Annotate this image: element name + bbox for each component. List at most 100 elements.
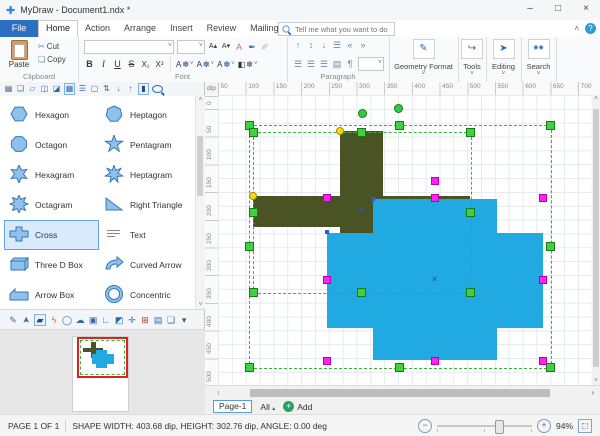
justify-icon[interactable]: ▤	[332, 59, 342, 69]
font-style-strikethrough[interactable]: S	[126, 59, 137, 69]
shape-item-three-d-box[interactable]: Three D Box	[4, 250, 99, 280]
resize-handle[interactable]	[546, 363, 555, 372]
resize-handle[interactable]	[245, 242, 254, 251]
v-scroll-thumb[interactable]	[593, 109, 599, 367]
indent-decrease-icon[interactable]: «	[345, 40, 355, 50]
eyedropper-icon[interactable]: ✒	[247, 42, 257, 52]
resize-handle[interactable]	[546, 121, 555, 130]
scroll-down-icon[interactable]: ˅	[196, 302, 205, 308]
resize-handle[interactable]	[249, 128, 258, 137]
crosshair-icon[interactable]: ✛	[127, 315, 137, 325]
collapse-ribbon-icon[interactable]: ˄	[574, 24, 579, 33]
draw-shape-icon[interactable]: ◩	[114, 315, 124, 325]
zoom-slider[interactable]	[437, 425, 532, 427]
tab-arrange[interactable]: Arrange	[117, 20, 163, 37]
shape-item-text[interactable]: Text	[99, 220, 194, 250]
scroll-right-icon[interactable]: ›	[591, 388, 594, 397]
vertex-handle[interactable]	[249, 192, 257, 200]
control-handle[interactable]	[539, 276, 547, 284]
more-icon[interactable]: ▾	[179, 315, 189, 325]
control-handle[interactable]	[431, 357, 439, 365]
zoom-icon[interactable]	[152, 85, 163, 93]
font-family-select[interactable]	[84, 40, 174, 54]
fit-page-button[interactable]	[578, 419, 592, 433]
font-size-select[interactable]	[177, 40, 205, 54]
open-icon[interactable]: ▱	[28, 84, 37, 94]
control-handle[interactable]	[539, 357, 547, 365]
resize-handle[interactable]	[357, 288, 366, 297]
add-page-button[interactable]: + Add	[283, 401, 312, 412]
highlight-color-button[interactable]: A✽˅	[197, 60, 215, 69]
rotation-handle[interactable]	[394, 104, 403, 113]
font-style-italic[interactable]: I	[98, 59, 109, 69]
page-filter-dropdown[interactable]: All ▴	[260, 402, 275, 412]
bullets-icon[interactable]: ☰	[332, 40, 342, 50]
tab-home[interactable]: Home	[38, 20, 78, 37]
tab-file[interactable]: File	[0, 20, 38, 37]
resize-handle[interactable]	[395, 363, 404, 372]
org-chart-icon[interactable]: ⊞	[140, 315, 150, 325]
maximize-button[interactable]: □	[544, 0, 572, 20]
vertex-handle[interactable]	[336, 127, 344, 135]
quick-format-icon[interactable]: ϟ	[49, 315, 59, 325]
export-icon[interactable]: ◪	[52, 84, 61, 94]
tools-button[interactable]: ↪Tools˅	[458, 39, 486, 77]
shape-item-cross[interactable]: Cross	[4, 220, 99, 250]
library-scroll-thumb[interactable]	[197, 136, 203, 196]
sort-ascending-icon[interactable]: ↓	[114, 84, 123, 94]
shape-item-heptagram[interactable]: Heptagram	[99, 160, 194, 190]
list-view-icon[interactable]: ☰	[78, 84, 87, 94]
shape-item-curved-arrow[interactable]: Curved Arrow	[99, 250, 194, 280]
help-icon[interactable]: ?	[585, 23, 596, 34]
font-color-button[interactable]: A✽˅	[176, 60, 194, 69]
resize-handle[interactable]	[245, 363, 254, 372]
line-spacing-select[interactable]	[358, 57, 384, 71]
zoom-slider-thumb[interactable]	[495, 420, 504, 434]
callout-icon[interactable]: ☁	[75, 315, 85, 325]
align-center-icon[interactable]: ☰	[306, 59, 316, 69]
editing-button[interactable]: ➤Editing˅	[486, 39, 521, 77]
align-bottom-icon[interactable]: ↓	[319, 40, 329, 50]
control-handle[interactable]	[323, 276, 331, 284]
resize-handle[interactable]	[546, 242, 555, 251]
minimize-button[interactable]: –	[516, 0, 544, 20]
cut-button[interactable]: ✂Cut	[38, 42, 66, 51]
drawing-canvas[interactable]: ××	[218, 95, 592, 385]
zoom-in-button[interactable]: +	[537, 419, 551, 433]
library-scrollbar[interactable]: ˄ ˅	[195, 96, 205, 309]
align-left-icon[interactable]: ☰	[293, 59, 303, 69]
import-icon[interactable]: ◫	[40, 84, 49, 94]
resize-handle[interactable]	[466, 288, 475, 297]
h-scroll-thumb[interactable]	[250, 389, 550, 397]
geometry-format-button[interactable]: ✎Geometry Format˅	[389, 39, 458, 77]
scroll-up-icon[interactable]: ˄	[592, 96, 600, 102]
id-card-icon[interactable]: ▤	[153, 315, 163, 325]
save-icon[interactable]: ▤	[4, 84, 13, 94]
tell-me-input[interactable]	[293, 24, 392, 35]
page-thumbnail[interactable]	[72, 336, 129, 412]
shape-item-octagon[interactable]: Octagon	[4, 130, 99, 160]
clear-formatting-icon[interactable]: A	[234, 42, 244, 52]
shape-item-octagram[interactable]: Octagram	[4, 190, 99, 220]
resize-handle[interactable]	[249, 288, 258, 297]
font-style-bold[interactable]: B	[84, 59, 95, 69]
grow-font-icon[interactable]: A▴	[208, 42, 218, 52]
search-button[interactable]: ◉◉Search˅	[521, 39, 556, 77]
sort-descending-icon[interactable]: ↑	[126, 84, 135, 94]
shape-fill-button[interactable]: ◧✽˅	[238, 60, 258, 69]
point-handle[interactable]	[325, 230, 329, 234]
paste-button[interactable]: Paste	[5, 40, 33, 76]
horizontal-scrollbar[interactable]: ‹ ›	[205, 385, 600, 400]
control-handle[interactable]	[539, 194, 547, 202]
resize-handle[interactable]	[249, 208, 258, 217]
tab-action[interactable]: Action	[78, 20, 117, 37]
shape-item-right-triangle[interactable]: Right Triangle	[99, 190, 194, 220]
close-button[interactable]: ×	[572, 0, 600, 20]
sort-icon[interactable]: ⇅	[102, 84, 111, 94]
resize-handle[interactable]	[357, 128, 366, 137]
format-painter-icon[interactable]: ✐	[260, 42, 270, 52]
resize-handle[interactable]	[466, 208, 475, 217]
font-style-underline[interactable]: U	[112, 59, 123, 69]
viewport-indicator[interactable]	[77, 337, 128, 378]
font-style-superscript[interactable]: X²	[154, 60, 165, 69]
